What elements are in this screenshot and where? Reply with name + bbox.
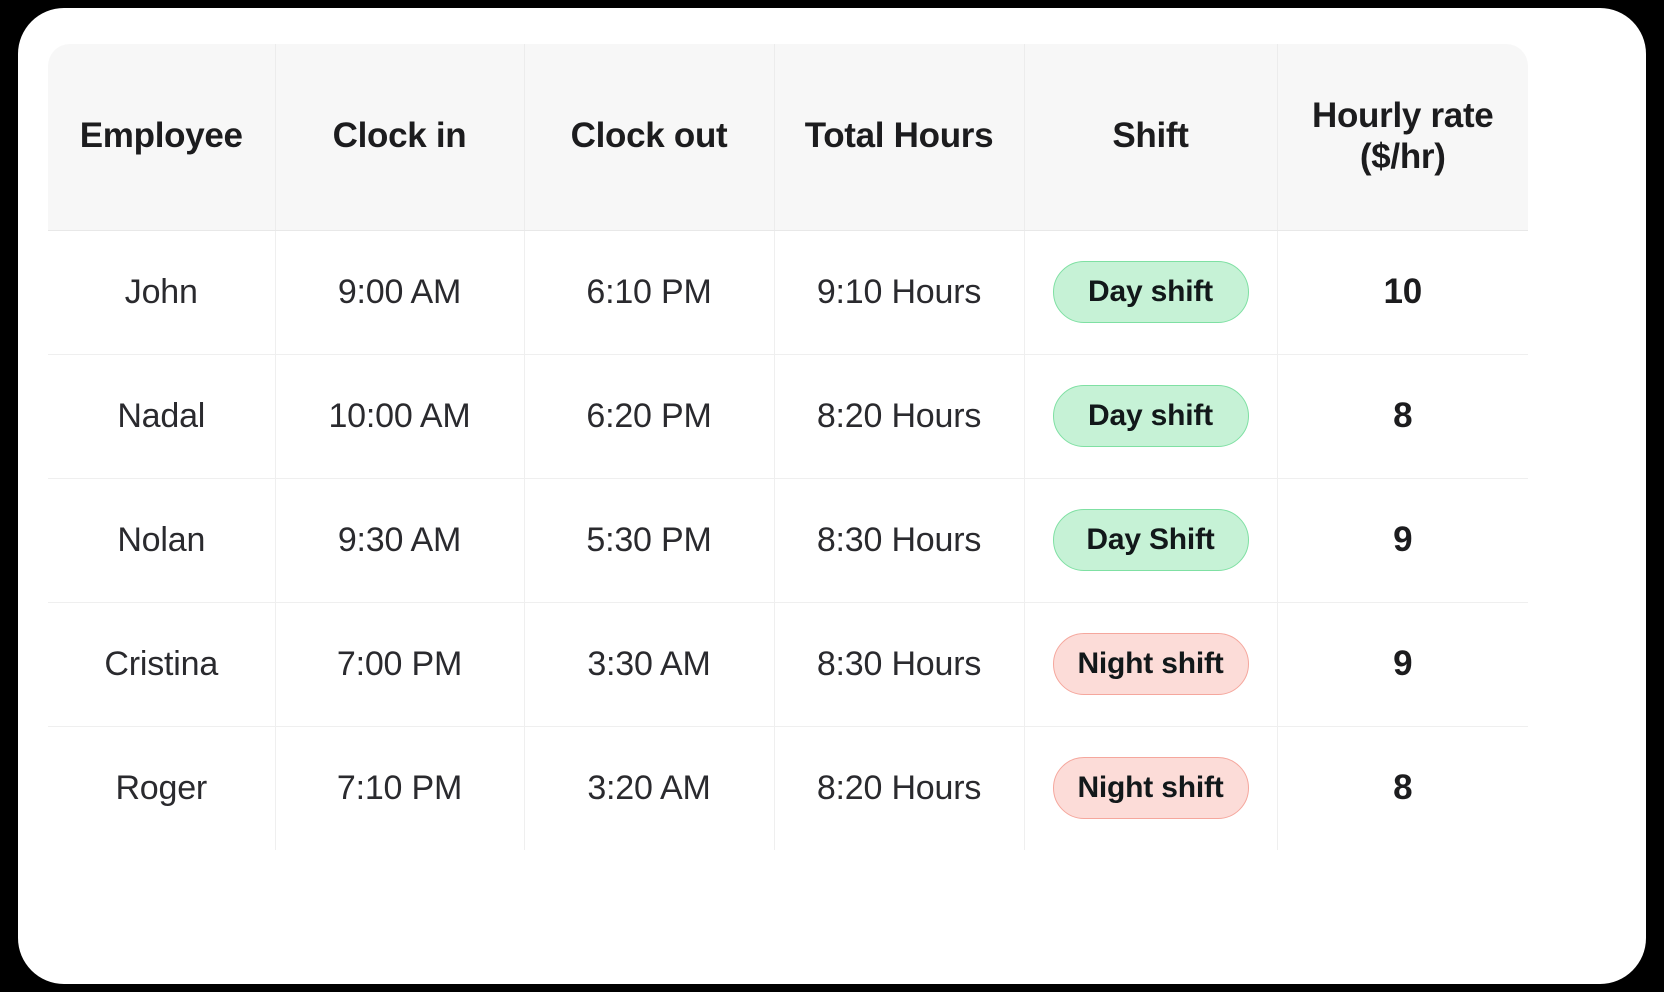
column-header-clock-in[interactable]: Clock in xyxy=(275,44,525,231)
cell-clock-out: 3:20 AM xyxy=(524,726,775,850)
cell-clock-in: 10:00 AM xyxy=(275,354,525,479)
cell-shift: Day Shift xyxy=(1024,478,1278,603)
cell-hourly-rate: 8 xyxy=(1277,726,1528,850)
cell-clock-in: 9:00 AM xyxy=(275,230,525,355)
cell-employee: Nadal xyxy=(48,354,276,479)
table-header: Employee Clock in Clock out Total Hours xyxy=(48,44,1528,231)
cell-total-hours: 8:30 Hours xyxy=(774,602,1025,727)
column-header-employee-label: Employee xyxy=(79,116,243,156)
column-header-employee[interactable]: Employee xyxy=(48,44,276,231)
table-row[interactable]: John 9:00 AM 6:10 PM 9:10 Hours Day shif… xyxy=(48,230,1528,355)
cell-hourly-rate: 8 xyxy=(1277,354,1528,479)
column-header-total-hours[interactable]: Total Hours xyxy=(774,44,1025,231)
cell-clock-out: 5:30 PM xyxy=(524,478,775,603)
cell-shift: Night shift xyxy=(1024,602,1278,727)
cell-employee: Roger xyxy=(48,726,276,850)
cell-total-hours: 8:20 Hours xyxy=(774,726,1025,850)
table-body: John 9:00 AM 6:10 PM 9:10 Hours Day shif… xyxy=(48,230,1528,850)
column-header-hourly-rate-sublabel: ($/hr) xyxy=(1359,136,1446,176)
table-row[interactable]: Roger 7:10 PM 3:20 AM 8:20 Hours Night s… xyxy=(48,726,1528,850)
shift-badge[interactable]: Day Shift xyxy=(1052,509,1249,571)
cell-hourly-rate: 9 xyxy=(1277,602,1528,727)
cell-employee: Cristina xyxy=(48,602,276,727)
cell-shift: Day shift xyxy=(1024,354,1278,479)
shift-badge[interactable]: Night shift xyxy=(1052,633,1249,695)
table-row[interactable]: Cristina 7:00 PM 3:30 AM 8:30 Hours Nigh… xyxy=(48,602,1528,727)
cell-employee: Nolan xyxy=(48,478,276,603)
column-header-hourly-rate[interactable]: Hourly rate ($/hr) xyxy=(1277,44,1528,231)
column-header-shift[interactable]: Shift xyxy=(1024,44,1278,231)
cell-shift: Day shift xyxy=(1024,230,1278,355)
cell-shift: Night shift xyxy=(1024,726,1278,850)
employee-shift-table: Employee Clock in Clock out Total Hours xyxy=(48,44,1528,850)
cell-clock-out: 6:20 PM xyxy=(524,354,775,479)
cell-employee: John xyxy=(48,230,276,355)
shift-table-container: Employee Clock in Clock out Total Hours xyxy=(48,44,1528,944)
shift-badge[interactable]: Day shift xyxy=(1052,261,1249,323)
table-header-row: Employee Clock in Clock out Total Hours xyxy=(48,44,1528,231)
page-stage: Employee Clock in Clock out Total Hours xyxy=(0,0,1664,992)
column-header-hourly-rate-label: Hourly rate xyxy=(1312,96,1494,136)
cell-hourly-rate: 10 xyxy=(1277,230,1528,355)
table-row[interactable]: Nolan 9:30 AM 5:30 PM 8:30 Hours Day Shi… xyxy=(48,478,1528,603)
column-header-shift-label: Shift xyxy=(1112,116,1189,156)
cell-total-hours: 9:10 Hours xyxy=(774,230,1025,355)
table-card: Employee Clock in Clock out Total Hours xyxy=(18,8,1646,984)
column-header-clock-out-label: Clock out xyxy=(570,116,728,156)
cell-hourly-rate: 9 xyxy=(1277,478,1528,603)
table-row[interactable]: Nadal 10:00 AM 6:20 PM 8:20 Hours Day sh… xyxy=(48,354,1528,479)
shift-badge[interactable]: Day shift xyxy=(1052,385,1249,447)
column-header-total-hours-label: Total Hours xyxy=(804,116,994,156)
cell-clock-in: 7:00 PM xyxy=(275,602,525,727)
cell-clock-out: 3:30 AM xyxy=(524,602,775,727)
cell-clock-out: 6:10 PM xyxy=(524,230,775,355)
column-header-clock-in-label: Clock in xyxy=(332,116,467,156)
cell-total-hours: 8:20 Hours xyxy=(774,354,1025,479)
cell-clock-in: 7:10 PM xyxy=(275,726,525,850)
shift-badge[interactable]: Night shift xyxy=(1052,757,1249,820)
column-header-clock-out[interactable]: Clock out xyxy=(524,44,775,231)
cell-clock-in: 9:30 AM xyxy=(275,478,525,603)
cell-total-hours: 8:30 Hours xyxy=(774,478,1025,603)
